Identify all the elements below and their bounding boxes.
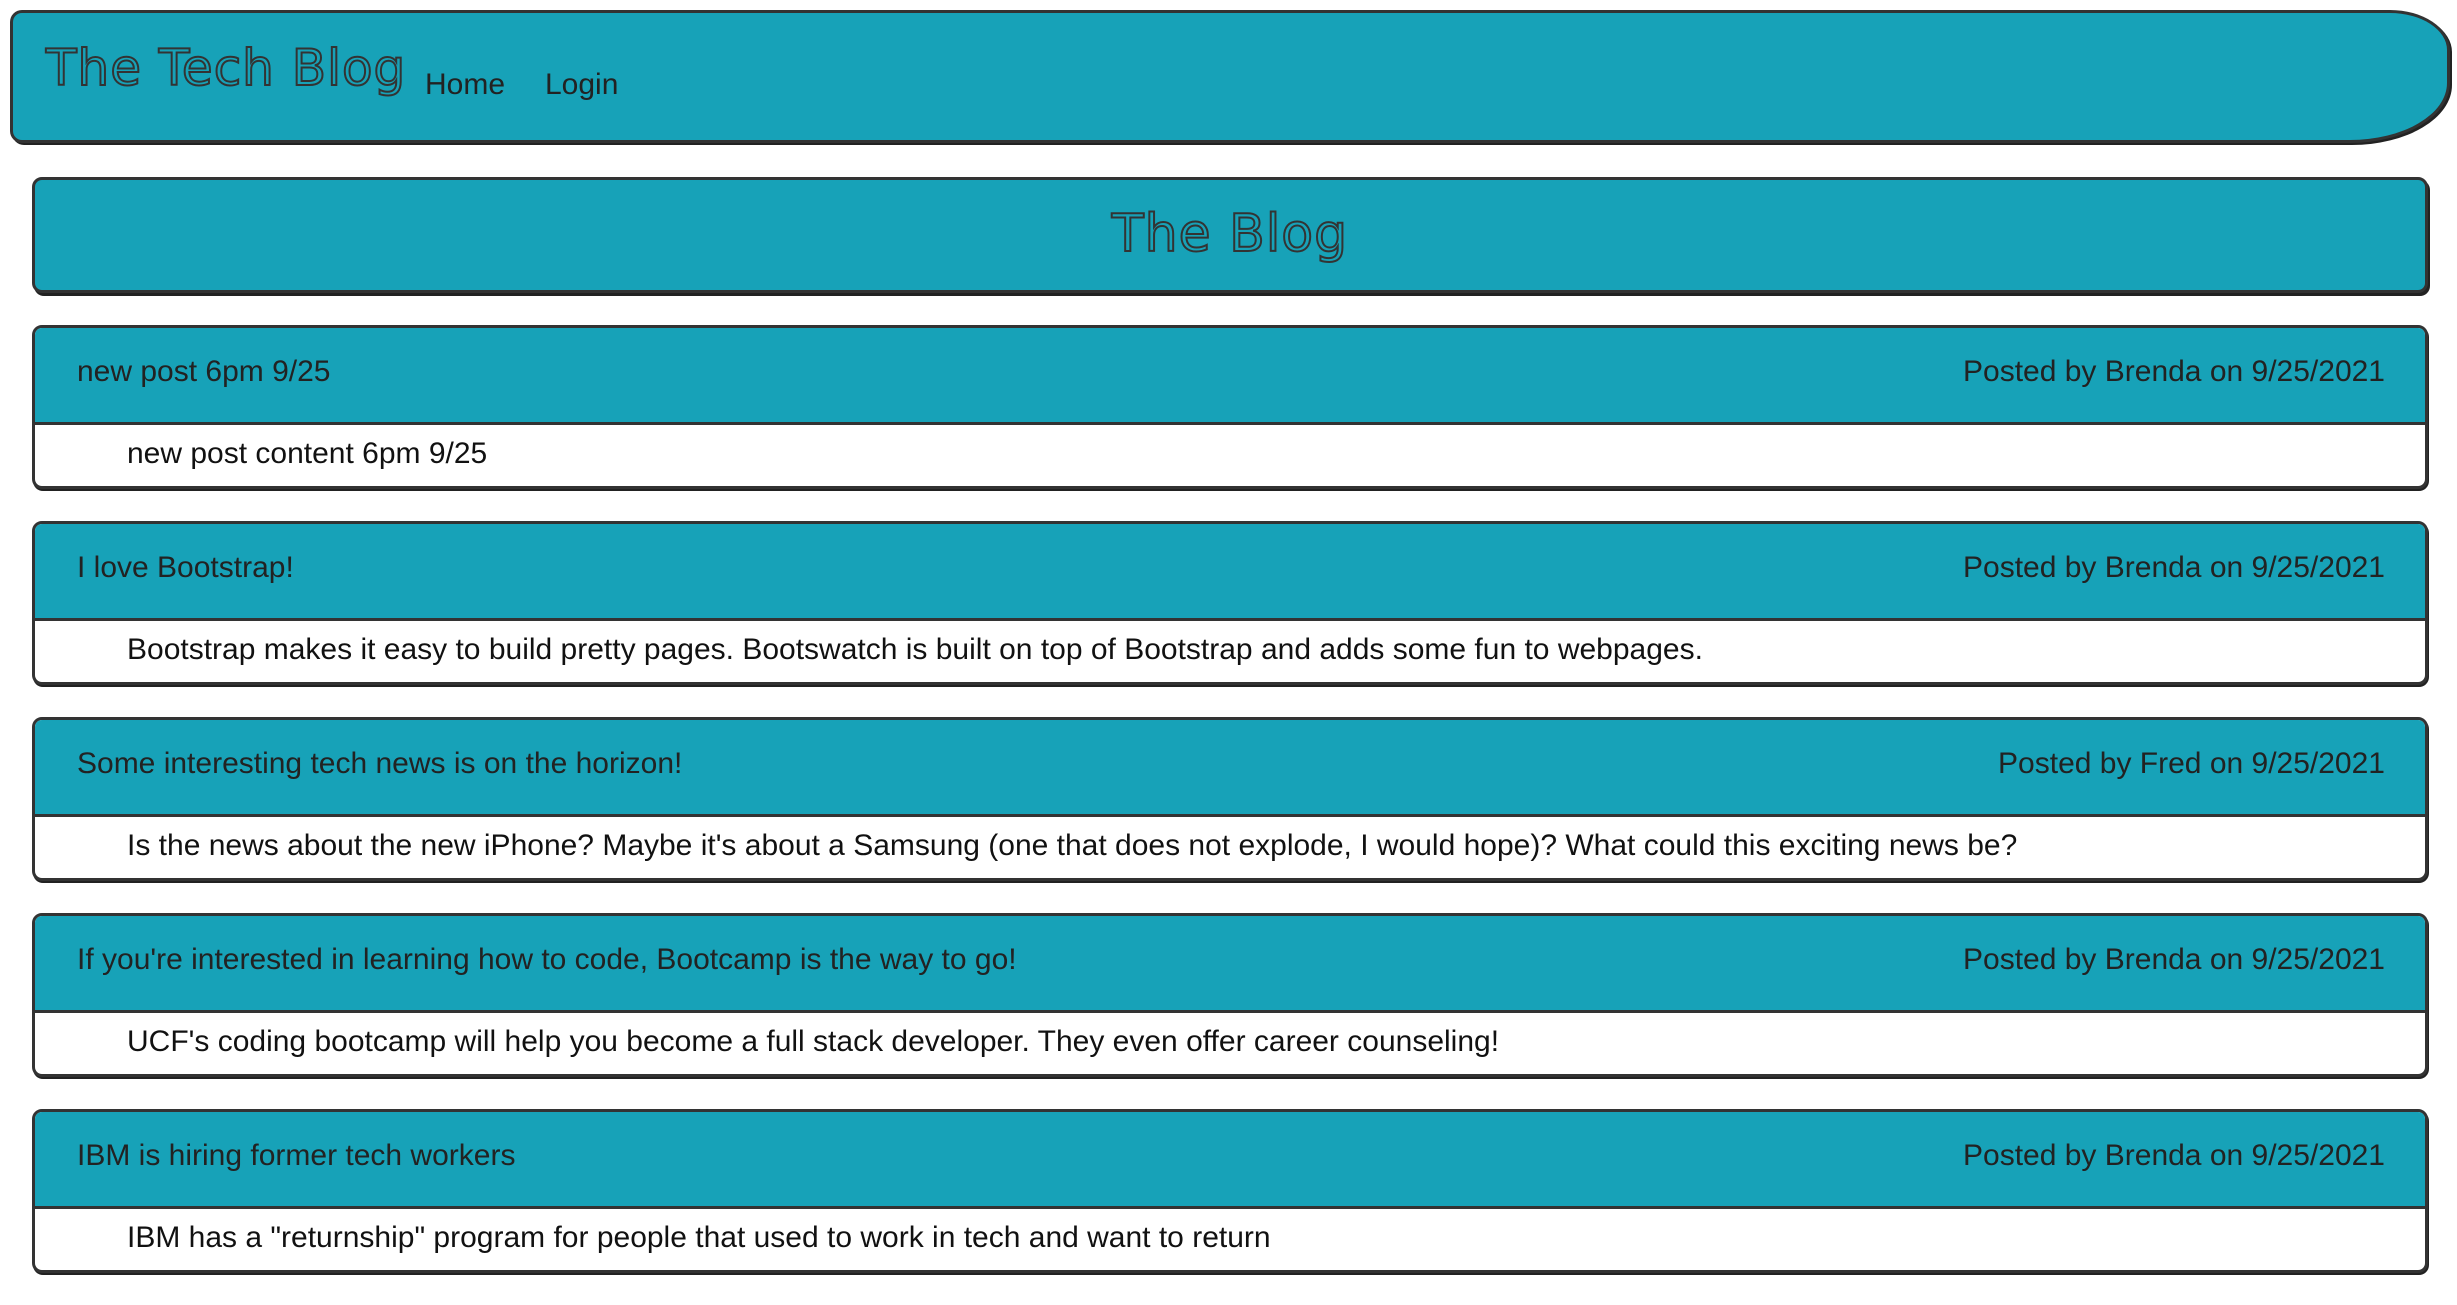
post-content: Is the news about the new iPhone? Maybe … xyxy=(127,829,2018,862)
post-list: new post 6pm 9/25 Posted by Brenda on 9/… xyxy=(32,325,2428,1305)
post-header: Some interesting tech news is on the hor… xyxy=(35,720,2425,817)
post-body: new post content 6pm 9/25 xyxy=(35,425,2425,486)
post-header: IBM is hiring former tech workers Posted… xyxy=(35,1112,2425,1209)
post-meta: Posted by Fred on 9/25/2021 xyxy=(1998,747,2385,780)
post-header: If you're interested in learning how to … xyxy=(35,916,2425,1013)
post-body: UCF's coding bootcamp will help you beco… xyxy=(35,1013,2425,1074)
post-header: I love Bootstrap! Posted by Brenda on 9/… xyxy=(35,524,2425,621)
post-card[interactable]: I love Bootstrap! Posted by Brenda on 9/… xyxy=(32,521,2428,685)
post-title[interactable]: Some interesting tech news is on the hor… xyxy=(77,747,682,781)
post-card[interactable]: IBM is hiring former tech workers Posted… xyxy=(32,1109,2428,1273)
post-meta: Posted by Brenda on 9/25/2021 xyxy=(1963,551,2385,584)
post-body: Is the news about the new iPhone? Maybe … xyxy=(35,817,2425,878)
post-meta: Posted by Brenda on 9/25/2021 xyxy=(1963,355,2385,388)
page-title: The Blog xyxy=(1111,203,1349,265)
post-title[interactable]: new post 6pm 9/25 xyxy=(77,355,331,389)
post-title[interactable]: If you're interested in learning how to … xyxy=(77,943,1017,977)
post-body: Bootstrap makes it easy to build pretty … xyxy=(35,621,2425,682)
post-content: UCF's coding bootcamp will help you beco… xyxy=(127,1025,1500,1058)
brand-link[interactable]: The Tech Blog xyxy=(45,38,406,98)
nav-login-link[interactable]: Login xyxy=(545,68,618,102)
post-meta: Posted by Brenda on 9/25/2021 xyxy=(1963,1139,2385,1172)
navbar: The Tech Blog Home Login xyxy=(10,10,2450,143)
post-content: new post content 6pm 9/25 xyxy=(127,437,488,470)
post-card[interactable]: If you're interested in learning how to … xyxy=(32,913,2428,1077)
post-header: new post 6pm 9/25 Posted by Brenda on 9/… xyxy=(35,328,2425,425)
post-content: IBM has a "returnship" program for peopl… xyxy=(127,1221,1271,1254)
post-title[interactable]: IBM is hiring former tech workers xyxy=(77,1139,515,1173)
post-body: IBM has a "returnship" program for peopl… xyxy=(35,1209,2425,1270)
post-card[interactable]: Some interesting tech news is on the hor… xyxy=(32,717,2428,881)
post-content: Bootstrap makes it easy to build pretty … xyxy=(127,633,1703,666)
blog-banner: The Blog xyxy=(32,177,2428,293)
post-meta: Posted by Brenda on 9/25/2021 xyxy=(1963,943,2385,976)
post-title[interactable]: I love Bootstrap! xyxy=(77,551,294,585)
post-card[interactable]: new post 6pm 9/25 Posted by Brenda on 9/… xyxy=(32,325,2428,489)
nav-home-link[interactable]: Home xyxy=(425,68,505,102)
